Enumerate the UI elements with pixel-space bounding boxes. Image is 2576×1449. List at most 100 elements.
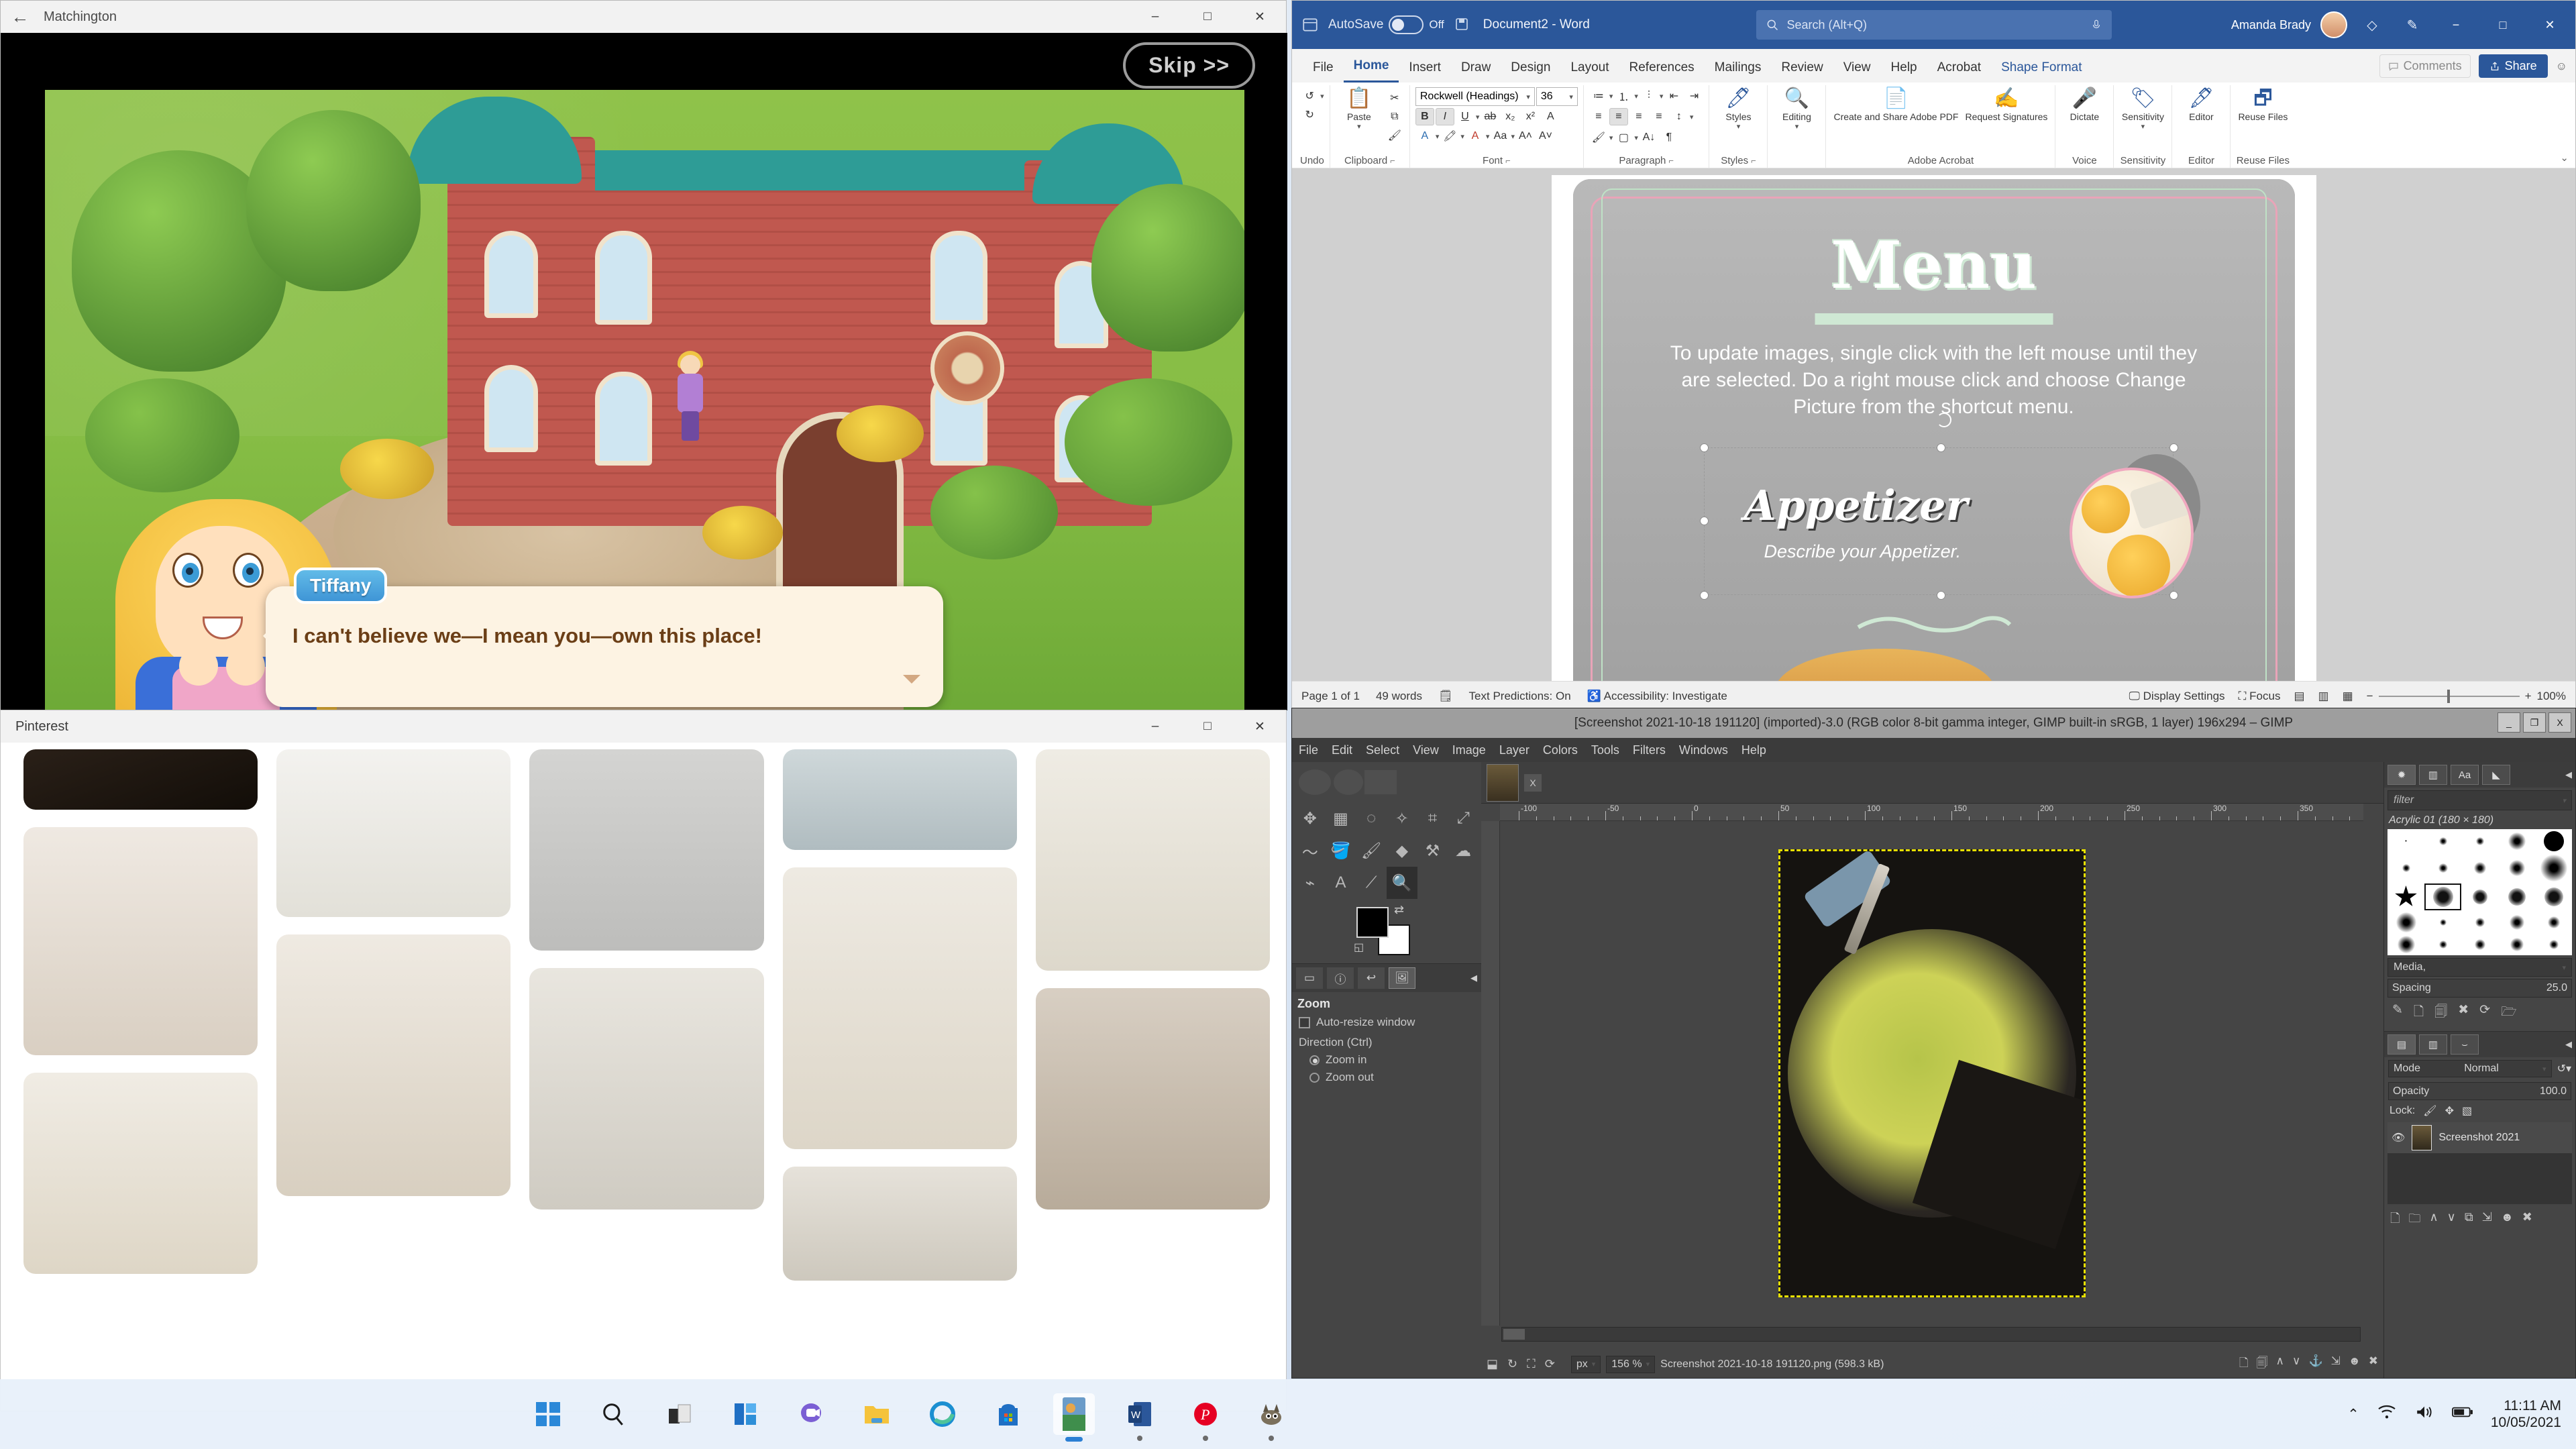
tab-file[interactable]: File <box>1303 56 1344 83</box>
diamond-icon[interactable]: ◇ <box>2357 9 2387 40</box>
lock-position-icon[interactable]: ✥ <box>2445 1104 2454 1118</box>
brush-cell[interactable] <box>2424 883 2461 910</box>
gimp-menu-file[interactable]: File <box>1299 743 1318 757</box>
smudge-tool[interactable]: ☁ <box>1448 835 1479 867</box>
font-color-dropdown-icon[interactable]: ▾ <box>1486 132 1490 141</box>
superscript-button[interactable]: x² <box>1521 108 1540 125</box>
brush-cell[interactable] <box>2461 853 2498 884</box>
undo-dropdown-icon[interactable]: ▾ <box>1320 92 1324 101</box>
mask-icon[interactable]: ☻ <box>2349 1354 2361 1374</box>
paste-button[interactable]: 📋 Paste ▾ <box>1336 87 1383 133</box>
game-close-button[interactable]: ✕ <box>1234 1 1286 33</box>
pinterest-maximize-button[interactable]: □ <box>1181 710 1234 743</box>
brush-cell[interactable] <box>2535 910 2572 934</box>
tab-acrobat[interactable]: Acrobat <box>1927 56 1991 83</box>
new-layer-button-icon[interactable]: 🗋 <box>2390 1210 2400 1230</box>
nav-preview-icon[interactable]: ⟳ <box>1545 1357 1555 1371</box>
widgets-icon[interactable] <box>724 1393 766 1435</box>
clone-tool[interactable]: ⚒ <box>1417 835 1448 867</box>
brush-cell[interactable] <box>2498 853 2535 884</box>
font-name-combobox[interactable]: Rockwell (Headings) ▾ <box>1415 87 1535 106</box>
gimp-menu-image[interactable]: Image <box>1452 743 1486 757</box>
text-color-a-button[interactable]: A <box>1415 127 1434 145</box>
layer-mask-button-icon[interactable]: ☻ <box>2501 1210 2514 1230</box>
resize-handle-ne[interactable] <box>2169 443 2178 452</box>
gimp-menu-filters[interactable]: Filters <box>1633 743 1666 757</box>
pin-panna-cotta-jar[interactable] <box>23 827 258 1055</box>
zoom-tool[interactable]: 🔍 <box>1387 867 1417 899</box>
gimp-image-tab-close-icon[interactable]: X <box>1524 773 1542 792</box>
brush-cell[interactable] <box>2535 934 2572 955</box>
styles-dialog-launcher[interactable]: ⌐ <box>1751 156 1756 166</box>
autosave-toggle[interactable]: AutoSave Off <box>1328 15 1444 34</box>
tab-help[interactable]: Help <box>1881 56 1927 83</box>
layer-row[interactable]: 👁 Screenshot 2021 <box>2387 1122 2572 1153</box>
text-color-a-dropdown-icon[interactable]: ▾ <box>1436 132 1440 141</box>
read-mode-button[interactable]: ▤ <box>2294 690 2304 703</box>
crop-tool[interactable]: ⌗ <box>1417 802 1448 835</box>
tab-references[interactable]: References <box>1619 56 1705 83</box>
wifi-icon[interactable] <box>2377 1404 2397 1424</box>
copy-button[interactable]: ⧉ <box>1385 108 1404 125</box>
tab-layout[interactable]: Layout <box>1560 56 1619 83</box>
brush-cell[interactable] <box>2535 829 2572 853</box>
word-icon[interactable]: W <box>1119 1393 1161 1441</box>
clock[interactable]: 11:11 AM 10/05/2021 <box>2491 1397 2561 1431</box>
auto-resize-window-option[interactable]: Auto-resize window <box>1292 1014 1481 1031</box>
align-left-button[interactable]: ≡ <box>1589 108 1608 125</box>
dictate-button[interactable]: 🎤 Dictate <box>2061 87 2108 123</box>
microsoft-store-icon[interactable] <box>987 1393 1029 1435</box>
page-indicator[interactable]: Page 1 of 1 <box>1301 690 1360 703</box>
zoom-slider[interactable]: − + 100% <box>2367 689 2566 703</box>
lock-alpha-icon[interactable]: ▧ <box>2462 1104 2472 1118</box>
eraser-tool[interactable]: ◆ <box>1387 835 1417 867</box>
warp-tool[interactable]: 〜 <box>1295 835 1326 867</box>
patterns-tab-icon[interactable]: ▥ <box>2419 765 2447 785</box>
share-button[interactable]: Share <box>2478 54 2548 78</box>
brush-cell[interactable] <box>2461 883 2498 910</box>
pin-pumpkin-pomegranate-bowl[interactable] <box>276 934 511 1196</box>
layer-mode-reset-icon[interactable]: ↺▾ <box>2557 1062 2571 1075</box>
ribbon-display-options-icon[interactable] <box>1301 16 1319 34</box>
paragraph-dialog-launcher[interactable]: ⌐ <box>1668 156 1674 166</box>
brush-filter-input[interactable]: filter ▾ <box>2387 790 2572 810</box>
layer-visibility-icon[interactable]: 👁 <box>2392 1131 2405 1144</box>
word-document-area[interactable]: Menu To update images, single click with… <box>1292 168 2575 681</box>
quick-mask-icon[interactable]: ⬓ <box>1487 1357 1498 1371</box>
resize-handle-n[interactable] <box>1936 443 1945 452</box>
avatar[interactable] <box>2320 11 2347 38</box>
undo-history-tab-icon[interactable]: ↩ <box>1358 967 1385 989</box>
pin-toast-with-egg[interactable] <box>782 749 1017 850</box>
underline-dropdown-icon[interactable]: ▾ <box>1476 113 1480 121</box>
word-count[interactable]: 49 words <box>1376 690 1422 703</box>
resize-handle-w[interactable] <box>1699 517 1709 525</box>
zoom-level[interactable]: 100% <box>2537 690 2566 703</box>
line-spacing-dropdown-icon[interactable]: ▾ <box>1690 113 1694 121</box>
gimp-image-tab-thumbnail[interactable] <box>1487 763 1519 802</box>
tab-design[interactable]: Design <box>1501 56 1560 83</box>
gimp-maximize-button[interactable]: ❐ <box>2523 712 2546 733</box>
paintbrush-tool[interactable]: 🖌 <box>1356 835 1387 867</box>
tab-view[interactable]: View <box>1833 56 1881 83</box>
layer-opacity-field[interactable]: Opacity 100.0 <box>2388 1082 2571 1100</box>
styles-dropdown-icon[interactable]: ▾ <box>1737 123 1741 131</box>
resize-handle-se[interactable] <box>2169 591 2178 600</box>
gimp-menu-layer[interactable]: Layer <box>1499 743 1529 757</box>
gimp-horizontal-scrollbar[interactable] <box>1501 1327 2361 1342</box>
show-formatting-marks-button[interactable]: ¶ <box>1660 129 1678 146</box>
brushes-tab-icon[interactable]: ✹ <box>2387 765 2416 785</box>
word-close-button[interactable]: ✕ <box>2531 1 2569 49</box>
pin-chickpea-soup-bowl[interactable] <box>23 1073 258 1274</box>
decrease-indent-button[interactable]: ⇤ <box>1664 87 1683 105</box>
fonts-tab-icon[interactable]: Aa <box>2451 765 2479 785</box>
menu-instructions-text[interactable]: To update images, single click with the … <box>1654 340 2214 421</box>
duplicate-layer-icon[interactable]: 🗐 <box>2257 1354 2268 1374</box>
lock-pixels-icon[interactable]: 🖌 <box>2423 1104 2436 1118</box>
move-tool[interactable]: ✥ <box>1295 802 1326 835</box>
foreground-color-swatch[interactable] <box>1356 907 1389 938</box>
fuzzy-select-tool[interactable]: ✧ <box>1387 802 1417 835</box>
zoom-in-button[interactable]: + <box>2525 690 2532 703</box>
text-effects-button[interactable]: A <box>1541 108 1560 125</box>
numbering-button[interactable]: ⒈ <box>1614 87 1633 105</box>
navigate-icon[interactable]: ↻ <box>1507 1357 1517 1371</box>
